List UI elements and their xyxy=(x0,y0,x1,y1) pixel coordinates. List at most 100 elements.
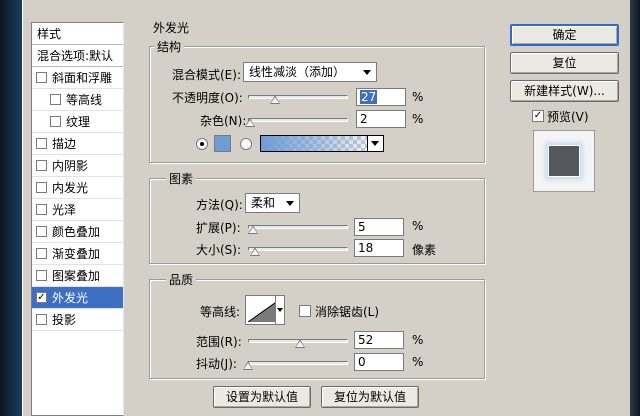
style-item-checkbox[interactable] xyxy=(36,226,47,237)
spread-slider-thumb[interactable] xyxy=(248,225,258,234)
quality-title: 品质 xyxy=(166,271,197,288)
glow-color-swatch[interactable] xyxy=(214,135,231,152)
structure-title: 结构 xyxy=(154,38,185,55)
opacity-label: 不透明度(O): xyxy=(172,91,243,105)
style-item-label: 等高线 xyxy=(66,93,103,107)
style-item[interactable]: 投影 xyxy=(32,309,123,331)
blend-mode-value: 线性减淡（添加） xyxy=(249,65,346,79)
background-left-edge xyxy=(0,0,22,416)
reset-button[interactable]: 复位 xyxy=(510,52,619,74)
style-item-checkbox[interactable] xyxy=(50,116,61,127)
style-item-checkbox[interactable] xyxy=(36,248,47,259)
blend-mode-label: 混合模式(E): xyxy=(172,68,241,82)
preview-checkbox[interactable]: ✓ xyxy=(532,110,544,122)
jitter-input[interactable]: 0 xyxy=(354,353,404,371)
style-items: 斜面和浮雕等高线纹理描边内阴影内发光光泽颜色叠加 渐变叠加 图案叠加 ✓ 外发光投影 xyxy=(32,67,123,331)
background-right-edge xyxy=(630,0,640,416)
antialias-checkbox[interactable] xyxy=(299,305,311,317)
style-item-label: 内阴影 xyxy=(52,159,89,173)
new-style-button[interactable]: 新建样式(W)... xyxy=(510,80,619,102)
range-slider-thumb[interactable] xyxy=(295,339,305,348)
spread-unit: % xyxy=(412,219,424,233)
opacity-value: 27 xyxy=(360,90,378,104)
blend-mode-select[interactable]: 线性减淡（添加） xyxy=(243,62,377,82)
opacity-slider-thumb[interactable] xyxy=(270,95,280,104)
jitter-slider-track[interactable] xyxy=(248,361,348,365)
style-item-label: 内发光 xyxy=(52,181,89,195)
style-preview xyxy=(533,130,595,192)
chevron-down-icon xyxy=(286,201,294,206)
style-item-label: 光泽 xyxy=(52,203,77,217)
gradient-radio[interactable] xyxy=(240,138,252,150)
style-item-checkbox[interactable] xyxy=(36,270,47,281)
style-item-checkbox[interactable] xyxy=(36,182,47,193)
size-unit: 像素 xyxy=(412,243,437,257)
noise-input[interactable]: 2 xyxy=(356,110,406,128)
style-item[interactable]: 描边 xyxy=(32,133,123,155)
style-item[interactable]: 渐变叠加 xyxy=(32,243,123,265)
contour-label: 等高线: xyxy=(200,305,241,319)
range-input[interactable]: 52 xyxy=(354,331,404,349)
styles-list: 样式 混合选项:默认 斜面和浮雕等高线纹理描边内阴影内发光光泽颜色叠加 渐变叠加图… xyxy=(31,22,124,416)
style-item[interactable]: 纹理 xyxy=(32,111,123,133)
style-item-checkbox[interactable] xyxy=(36,160,47,171)
style-item-label: 斜面和浮雕 xyxy=(52,71,113,85)
gradient-picker[interactable] xyxy=(260,135,384,152)
size-slider-thumb[interactable] xyxy=(250,247,261,256)
range-label: 范围(R): xyxy=(196,335,242,349)
noise-slider-thumb[interactable] xyxy=(245,118,255,127)
chevron-down-icon xyxy=(363,70,371,75)
noise-label: 杂色(N): xyxy=(200,114,247,128)
style-item-label: 投影 xyxy=(52,313,77,327)
opacity-input[interactable]: 27 xyxy=(356,88,406,106)
jitter-slider-thumb[interactable] xyxy=(243,361,253,370)
antialias-label: 消除锯齿(L) xyxy=(315,305,380,319)
spread-label: 扩展(P): xyxy=(196,221,241,235)
preview-label: 预览(V) xyxy=(547,110,589,124)
style-item-label: 纹理 xyxy=(66,115,91,129)
style-item-checkbox[interactable]: ✓ xyxy=(36,292,47,303)
opacity-slider-track[interactable] xyxy=(248,95,348,99)
styles-header[interactable]: 样式 xyxy=(32,23,123,45)
chevron-down-icon xyxy=(367,136,383,151)
style-item-checkbox[interactable] xyxy=(36,72,47,83)
preview-square xyxy=(548,145,580,177)
style-item[interactable]: 等高线 xyxy=(32,89,123,111)
style-item-checkbox[interactable] xyxy=(36,314,47,325)
noise-slider-track[interactable] xyxy=(248,118,348,122)
style-item[interactable]: 颜色叠加 xyxy=(32,221,123,243)
range-unit: % xyxy=(412,333,424,347)
spread-slider-track[interactable] xyxy=(248,225,348,229)
jitter-unit: % xyxy=(412,355,424,369)
style-item[interactable]: 光泽 xyxy=(32,199,123,221)
size-slider-track[interactable] xyxy=(248,247,348,251)
style-item-checkbox[interactable] xyxy=(36,138,47,149)
style-item-checkbox[interactable] xyxy=(50,94,61,105)
solid-color-radio[interactable] xyxy=(196,138,208,150)
style-item-label: 外发光 xyxy=(52,291,89,305)
blending-options-item[interactable]: 混合选项:默认 xyxy=(32,45,123,67)
style-item-label: 描边 xyxy=(52,137,77,151)
technique-select[interactable]: 柔和 xyxy=(245,193,300,213)
spread-input[interactable]: 5 xyxy=(354,218,404,236)
ok-button[interactable]: 确定 xyxy=(510,24,619,46)
jitter-label: 抖动(J): xyxy=(196,357,237,371)
noise-unit: % xyxy=(412,112,424,126)
make-default-button[interactable]: 设置为默认值 xyxy=(213,386,311,408)
size-input[interactable]: 18 xyxy=(354,239,404,257)
layer-style-dialog: 样式 混合选项:默认 斜面和浮雕 等高线 纹理 描边 内阴影 内发光 光泽 颜色叠加 渐变叠加图… xyxy=(22,0,630,416)
style-item[interactable]: 图案叠加 xyxy=(32,265,123,287)
style-item[interactable]: 斜面和浮雕 xyxy=(32,67,123,89)
style-item[interactable]: 内发光 xyxy=(32,177,123,199)
style-item-checkbox[interactable] xyxy=(36,204,47,215)
contour-dropdown[interactable] xyxy=(275,295,285,325)
opacity-unit: % xyxy=(412,90,424,104)
style-item[interactable]: ✓ 外发光 xyxy=(32,287,123,309)
style-item[interactable]: 内阴影 xyxy=(32,155,123,177)
reset-to-default-button[interactable]: 复位为默认值 xyxy=(321,386,419,408)
technique-label: 方法(Q): xyxy=(196,198,243,212)
size-label: 大小(S): xyxy=(196,243,242,257)
technique-value: 柔和 xyxy=(251,196,276,210)
section-title: 外发光 xyxy=(153,21,190,35)
elements-title: 图素 xyxy=(166,170,197,187)
